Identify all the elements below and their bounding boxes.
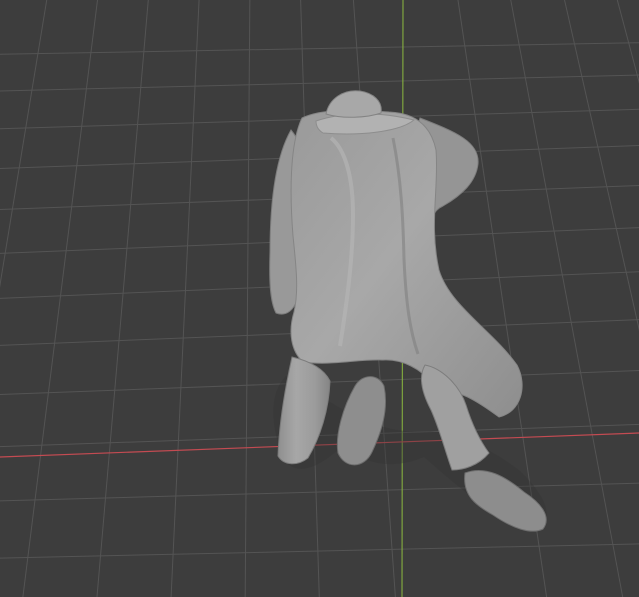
- 3d-viewport[interactable]: [0, 0, 639, 597]
- model-coat: [290, 109, 523, 418]
- model-right-boot-sole: [464, 469, 547, 532]
- model-head: [325, 90, 382, 118]
- viewport-canvas[interactable]: [0, 0, 639, 597]
- human-sculpt-model[interactable]: [269, 90, 547, 532]
